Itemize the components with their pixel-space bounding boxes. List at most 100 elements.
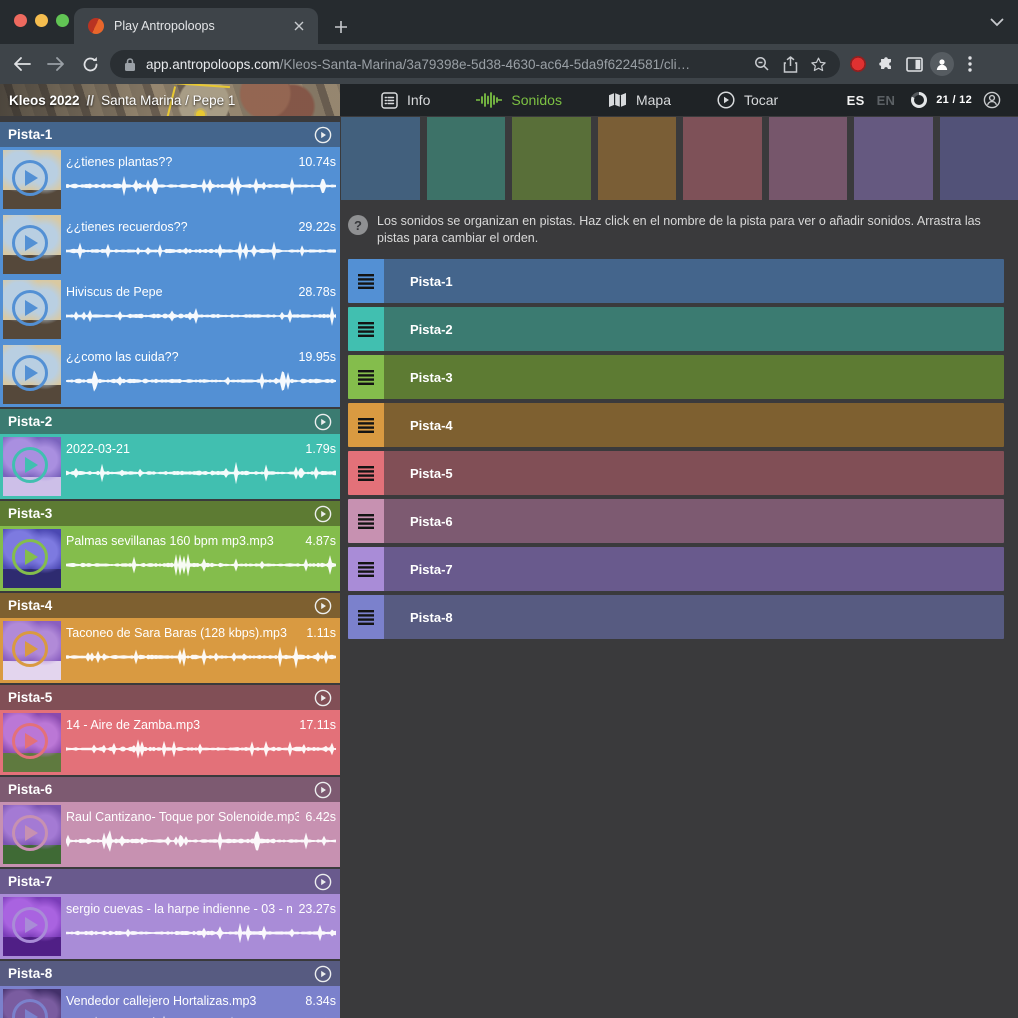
minimize-window-button[interactable] <box>35 14 48 27</box>
audio-clip[interactable]: ¿¿como las cuida??19.95s <box>0 342 340 407</box>
tab-search-chevron-icon[interactable] <box>990 18 1004 27</box>
address-bar[interactable]: app.antropoloops.com/Kleos-Santa-Marina/… <box>110 50 840 78</box>
close-window-button[interactable] <box>14 14 27 27</box>
track-color-swatch <box>940 117 1018 200</box>
audio-clip[interactable]: ¿¿tienes plantas??10.74s <box>0 147 340 212</box>
clip-thumbnail <box>3 345 61 404</box>
track-row-pista-1[interactable]: Pista-1 <box>348 259 1004 303</box>
clip-play-icon[interactable] <box>12 999 48 1018</box>
track-row-pista-3[interactable]: Pista-3 <box>348 355 1004 399</box>
nav-tab-tocar[interactable]: Tocar <box>694 91 801 109</box>
sidebar-track-pista-6: Pista-6Raul Cantizano- Toque por Solenoi… <box>0 777 340 867</box>
audio-clip[interactable]: Vendedor callejero Hortalizas.mp38.34s <box>0 986 340 1018</box>
browser-menu-icon[interactable] <box>956 50 984 78</box>
clip-play-icon[interactable] <box>12 355 48 391</box>
clip-play-icon[interactable] <box>12 907 48 943</box>
breadcrumb[interactable]: Kleos 2022 // Santa Marina / Pepe 1 <box>9 84 235 116</box>
clip-duration: 8.34s <box>305 994 336 1008</box>
url-host: app.antropoloops.com <box>146 57 280 72</box>
side-panel-icon[interactable] <box>900 50 928 78</box>
track-header[interactable]: Pista-4 <box>0 593 340 618</box>
audio-clip[interactable]: sergio cuevas - la harpe indienne - 03 -… <box>0 894 340 959</box>
track-play-icon[interactable] <box>314 126 332 144</box>
track-play-icon[interactable] <box>314 781 332 799</box>
forward-button[interactable] <box>42 50 70 78</box>
audio-clip[interactable]: Taconeo de Sara Baras (128 kbps).mp31.11… <box>0 618 340 683</box>
track-header[interactable]: Pista-7 <box>0 869 340 894</box>
track-play-icon[interactable] <box>314 965 332 983</box>
breadcrumb-project: Kleos 2022 <box>9 93 80 108</box>
clip-duration: 1.79s <box>305 442 336 456</box>
nav-tab-sonidos[interactable]: Sonidos <box>453 92 585 108</box>
track-header[interactable]: Pista-3 <box>0 501 340 526</box>
clip-play-icon[interactable] <box>12 225 48 261</box>
track-row-pista-2[interactable]: Pista-2 <box>348 307 1004 351</box>
clip-play-icon[interactable] <box>12 723 48 759</box>
extensions-puzzle-icon[interactable] <box>872 50 900 78</box>
share-icon[interactable] <box>776 50 804 78</box>
bookmark-star-icon[interactable] <box>804 50 832 78</box>
drag-handle-icon[interactable] <box>348 451 384 495</box>
reload-button[interactable] <box>76 50 104 78</box>
profile-avatar[interactable] <box>928 50 956 78</box>
clip-info: 2022-03-211.79s <box>66 434 336 499</box>
track-order-list: Pista-1Pista-2Pista-3Pista-4Pista-5Pista… <box>348 259 1004 639</box>
tab-close-icon[interactable] <box>290 17 308 35</box>
clip-play-icon[interactable] <box>12 447 48 483</box>
track-row-pista-8[interactable]: Pista-8 <box>348 595 1004 639</box>
browser-tab[interactable]: Play Antropoloops <box>74 8 318 44</box>
clip-duration: 17.11s <box>299 718 336 732</box>
traffic-lights <box>14 14 69 27</box>
zoom-window-button[interactable] <box>56 14 69 27</box>
track-row-pista-7[interactable]: Pista-7 <box>348 547 1004 591</box>
nav-tab-mapa[interactable]: Mapa <box>585 92 694 108</box>
track-row-pista-5[interactable]: Pista-5 <box>348 451 1004 495</box>
track-header[interactable]: Pista-8 <box>0 961 340 986</box>
zoom-page-icon[interactable] <box>748 50 776 78</box>
clip-play-icon[interactable] <box>12 815 48 851</box>
audio-clip[interactable]: Raul Cantizano- Toque por Solenoide.mp36… <box>0 802 340 867</box>
clip-play-icon[interactable] <box>12 631 48 667</box>
drag-handle-icon[interactable] <box>348 355 384 399</box>
waveform-graphic <box>66 642 336 672</box>
recorder-extension-button[interactable] <box>844 50 872 78</box>
nav-label-sonidos: Sonidos <box>511 92 562 108</box>
new-tab-button[interactable] <box>330 16 352 38</box>
audio-clip[interactable]: Palmas sevillanas 160 bpm mp3.mp34.87s <box>0 526 340 591</box>
drag-handle-icon[interactable] <box>348 307 384 351</box>
audio-clip[interactable]: 2022-03-211.79s <box>0 434 340 499</box>
account-icon[interactable] <box>978 86 1006 114</box>
track-play-icon[interactable] <box>314 689 332 707</box>
waveform-graphic <box>66 826 336 856</box>
clip-play-icon[interactable] <box>12 290 48 326</box>
track-header[interactable]: Pista-6 <box>0 777 340 802</box>
clip-thumbnail <box>3 437 61 496</box>
drag-handle-icon[interactable] <box>348 403 384 447</box>
back-button[interactable] <box>8 50 36 78</box>
nav-tab-info[interactable]: Info <box>358 92 453 109</box>
app-header: Kleos 2022 // Santa Marina / Pepe 1 Info… <box>0 84 1018 116</box>
track-row-label: Pista-4 <box>410 418 453 433</box>
lang-toggle-es[interactable]: ES <box>847 93 865 108</box>
drag-handle-icon[interactable] <box>348 259 384 303</box>
drag-handle-icon[interactable] <box>348 595 384 639</box>
audio-clip[interactable]: ¿¿tienes recuerdos??29.22s <box>0 212 340 277</box>
lang-toggle-en[interactable]: EN <box>877 93 896 108</box>
track-play-icon[interactable] <box>314 413 332 431</box>
track-play-icon[interactable] <box>314 873 332 891</box>
track-play-icon[interactable] <box>314 505 332 523</box>
track-header[interactable]: Pista-1 <box>0 122 340 147</box>
track-play-icon[interactable] <box>314 597 332 615</box>
track-header[interactable]: Pista-2 <box>0 409 340 434</box>
track-row-pista-6[interactable]: Pista-6 <box>348 499 1004 543</box>
clip-play-icon[interactable] <box>12 539 48 575</box>
track-row-pista-4[interactable]: Pista-4 <box>348 403 1004 447</box>
url-text: app.antropoloops.com/Kleos-Santa-Marina/… <box>146 57 748 72</box>
audio-clip[interactable]: 14 - Aire de Zamba.mp317.11s <box>0 710 340 775</box>
drag-handle-icon[interactable] <box>348 499 384 543</box>
clip-play-icon[interactable] <box>12 160 48 196</box>
track-header[interactable]: Pista-5 <box>0 685 340 710</box>
audio-clip[interactable]: Hiviscus de Pepe28.78s <box>0 277 340 342</box>
drag-handle-icon[interactable] <box>348 547 384 591</box>
clip-info: ¿¿tienes recuerdos??29.22s <box>66 212 336 277</box>
